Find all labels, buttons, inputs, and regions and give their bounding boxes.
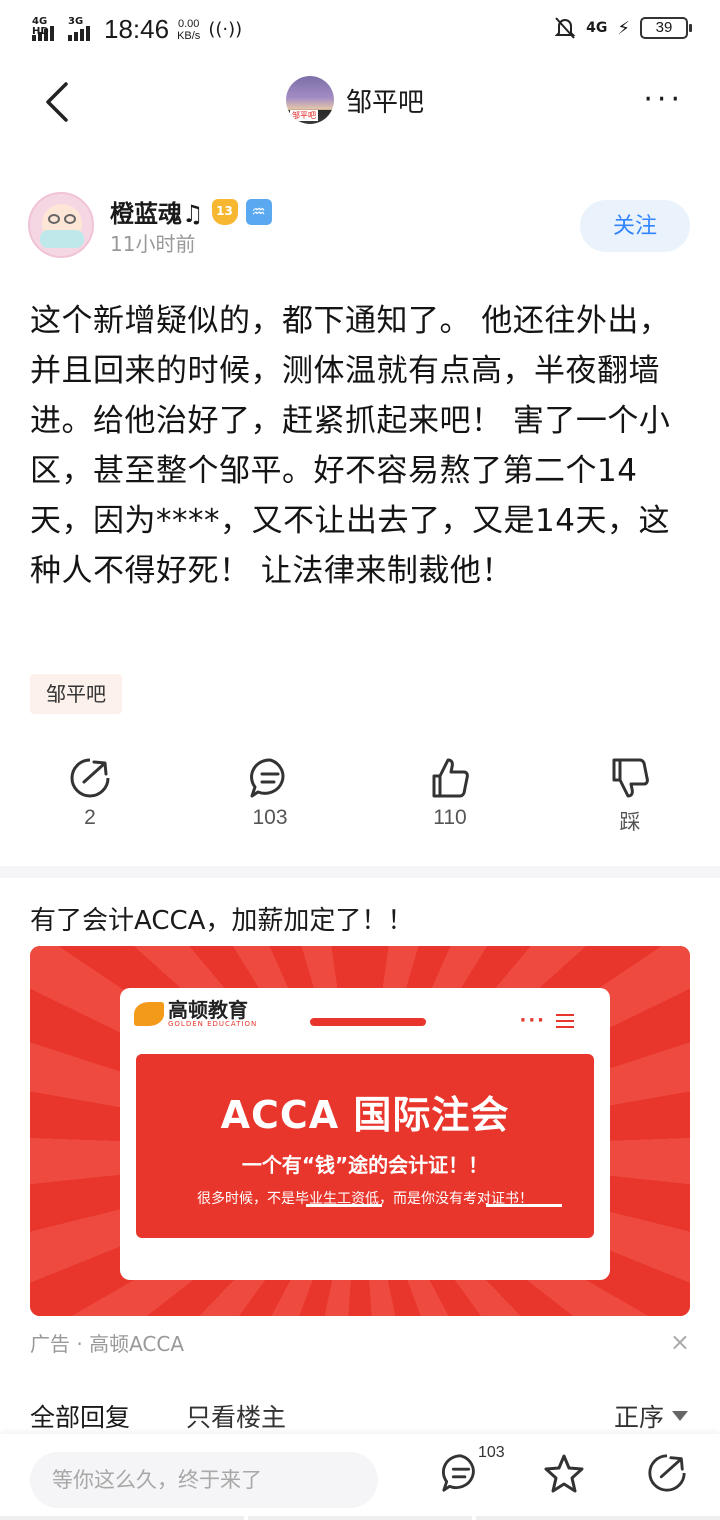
mute-bell-icon (554, 17, 576, 39)
ad-headline-box: ACCA 国际注会 一个有“钱”途的会计证！！ 很多时候，不是毕业生工资低，而是… (136, 1054, 594, 1238)
decorative-bar (310, 1018, 426, 1026)
nav-indicator (0, 1516, 244, 1520)
back-icon[interactable] (38, 78, 78, 126)
nav-indicator (476, 1516, 720, 1520)
sort-dropdown[interactable]: 正序 (614, 1398, 688, 1434)
comment-icon (250, 758, 285, 798)
tab-all-replies[interactable]: 全部回复 (30, 1398, 130, 1434)
ad-subheadline: 一个有“钱”途的会计证！！ (241, 1153, 489, 1177)
logo-mark-icon (134, 1002, 164, 1026)
thumbs-down-icon (612, 758, 649, 798)
section-divider (0, 866, 720, 878)
follow-button[interactable]: 关注 (580, 200, 690, 252)
status-bar: 4G HD 3G 18:46 0.00 KB/s ((·)) 4G ⚡ 39 (0, 0, 720, 58)
close-icon[interactable]: × (670, 1328, 690, 1356)
forum-tag[interactable]: 邹平吧 (30, 674, 122, 714)
like-count: 110 (433, 806, 467, 829)
ad-source: 广告 · 高顿ACCA (30, 1332, 185, 1356)
share-icon (70, 758, 110, 798)
signal-icon: 4G HD (32, 16, 54, 41)
post-time: 11小时前 (110, 232, 196, 256)
comment-button[interactable]: 103 (210, 756, 330, 830)
tab-op-only[interactable]: 只看楼主 (186, 1398, 286, 1434)
dislike-button[interactable]: 踩 (570, 756, 690, 836)
author-name[interactable]: 橙蓝魂♫ (110, 194, 204, 229)
thumbs-up-icon (432, 758, 469, 798)
forum-avatar: 邹平吧 (286, 76, 334, 124)
page-title: 邹平吧 (346, 87, 425, 118)
share-button[interactable]: 2 (30, 756, 150, 830)
signal-icon: 3G (68, 16, 90, 41)
chevron-down-icon (672, 1411, 688, 1421)
author-row: 橙蓝魂♫ 13 ♒ 11小时前 关注 (28, 192, 692, 262)
ad-card: 高顿教育 GOLDEN EDUCATION ··· ACCA 国际注会 一个有“… (120, 988, 610, 1280)
author-name-row: 橙蓝魂♫ 13 ♒ (110, 194, 272, 229)
nav-indicator (248, 1516, 472, 1520)
ad-title[interactable]: 有了会计ACCA，加薪加定了！！ (30, 900, 413, 937)
post-content: 这个新增疑似的，都下通知了。 他还往外出，并且回来的时候，测体温就有点高，半夜翻… (30, 303, 671, 589)
share-icon[interactable] (646, 1452, 688, 1494)
ad-logo: 高顿教育 GOLDEN EDUCATION (134, 1000, 257, 1028)
reply-input[interactable]: 等你这么久，终于来了 (30, 1452, 378, 1508)
share-count: 2 (84, 806, 96, 829)
bottom-bar: 等你这么久，终于来了 103 (0, 1434, 720, 1520)
dislike-label: 踩 (619, 811, 641, 834)
avatar[interactable] (28, 192, 94, 258)
level-badge: 13 (211, 198, 238, 225)
network-speed: 0.00 KB/s (177, 17, 201, 42)
clock: 18:46 (104, 14, 170, 44)
more-icon[interactable]: ··· (643, 85, 684, 115)
comment-count: 103 (252, 806, 288, 829)
menu-icon (556, 1014, 574, 1032)
forum-header[interactable]: 邹平吧 邹平吧 (286, 76, 424, 124)
zodiac-icon: ♒ (245, 198, 272, 225)
comment-icon[interactable] (440, 1452, 482, 1494)
network-type: 4G (586, 20, 608, 36)
ad-headline: ACCA 国际注会 (220, 1093, 510, 1137)
hotspot-icon: ((·)) (208, 19, 243, 40)
dots-icon: ··· (519, 1010, 546, 1031)
comment-badge: 103 (478, 1444, 505, 1461)
star-icon[interactable] (542, 1452, 586, 1496)
reply-header: 全部回复 只看楼主 正序 (30, 1398, 690, 1434)
nav-bar: 邹平吧 邹平吧 ··· (0, 58, 720, 148)
post-actions: 2 103 110 踩 (0, 756, 720, 836)
battery-icon: 39 (640, 17, 692, 39)
like-button[interactable]: 110 (390, 756, 510, 830)
charging-icon: ⚡ (617, 17, 630, 39)
ad-banner[interactable]: 高顿教育 GOLDEN EDUCATION ··· ACCA 国际注会 一个有“… (30, 946, 690, 1316)
ad-meta: 广告 · 高顿ACCA × (30, 1328, 690, 1357)
